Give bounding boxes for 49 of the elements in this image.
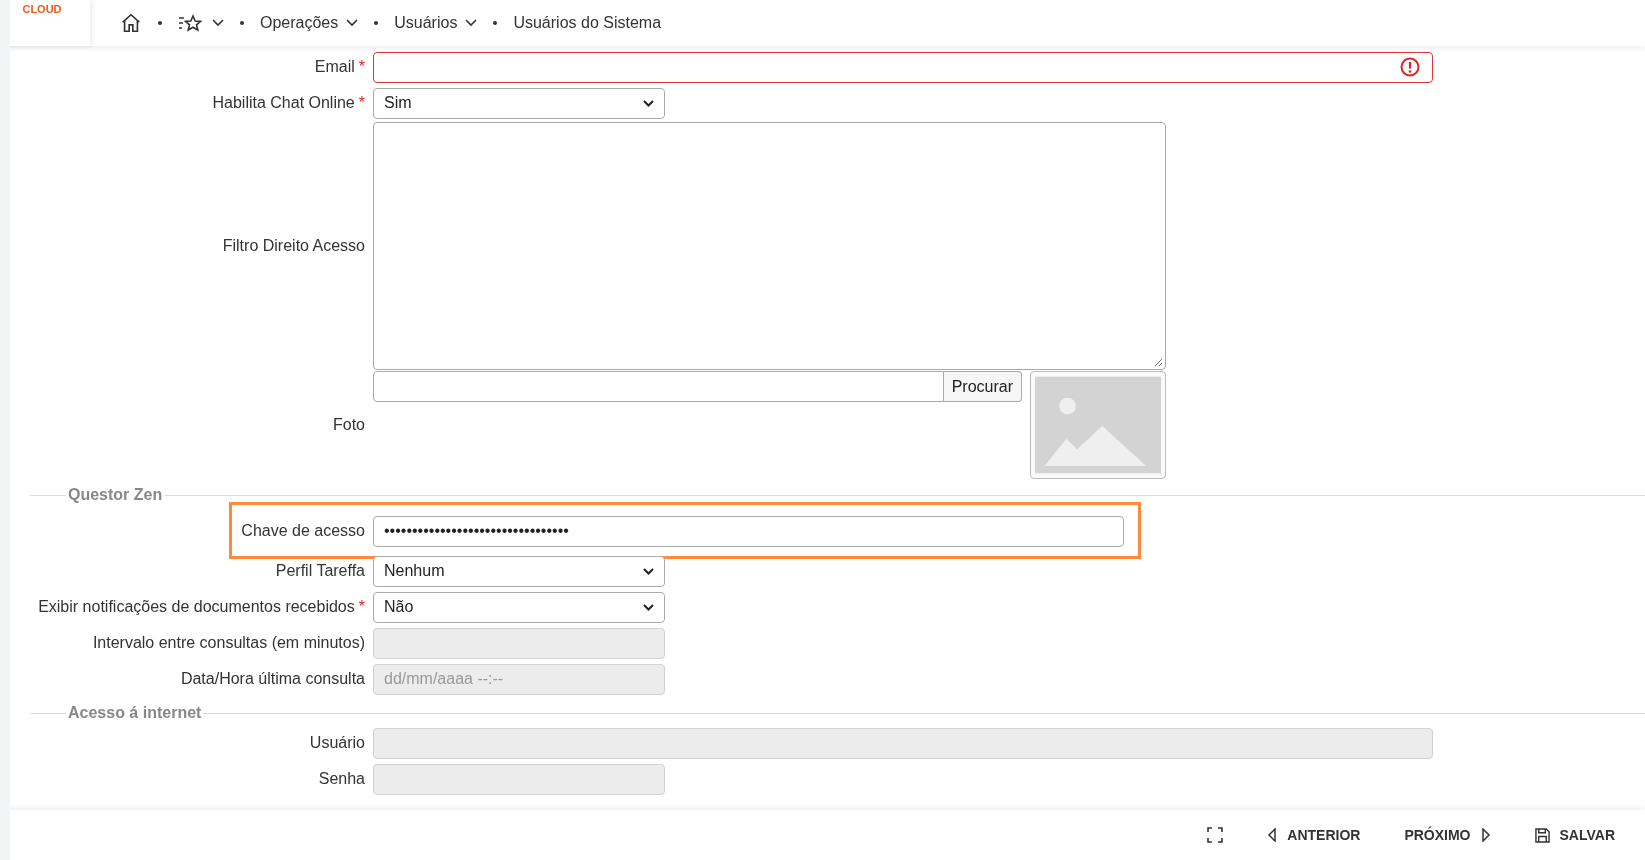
select-field[interactable]: Sim: [373, 87, 665, 119]
breadcrumb-menu[interactable]: Usuários: [394, 14, 478, 32]
select-field[interactable]: Não: [373, 591, 665, 623]
separator-dot: [493, 21, 498, 25]
favorites-menu[interactable]: [178, 14, 224, 32]
separator-dot: [158, 21, 162, 25]
previous-button[interactable]: ANTERIOR: [1263, 823, 1365, 847]
breadcrumb-current: Usuários do Sistema: [513, 14, 662, 32]
text-field[interactable]: [373, 51, 1433, 83]
chevron-icon: [465, 19, 478, 27]
error-icon: [1400, 57, 1420, 77]
file-field[interactable]: [373, 371, 944, 402]
chevron-icon: [346, 19, 359, 27]
separator-dot: [374, 21, 379, 25]
save-button[interactable]: SALVAR: [1530, 823, 1619, 847]
save-icon: [1534, 827, 1550, 843]
logo-text: CLOUD: [22, 3, 62, 15]
field-label: Usuário: [309, 734, 365, 752]
triangle-left-icon: [1267, 828, 1278, 842]
required-mark: *: [358, 94, 365, 112]
section-legend: Questor Zen: [66, 486, 165, 504]
chevron-icon: [643, 603, 654, 611]
field-label: Senha: [318, 770, 365, 788]
select-field[interactable]: Nenhum: [373, 555, 665, 587]
triangle-right-icon: [1480, 828, 1491, 842]
resize-grip-icon: [1154, 358, 1163, 367]
text-field[interactable]: •••••••••••••••••••••••••••••••••: [373, 515, 1124, 547]
home-icon[interactable]: [120, 12, 142, 34]
breadcrumb-menu[interactable]: Operações: [260, 14, 359, 32]
required-mark: *: [358, 598, 365, 616]
field-label: Perfil Tareffa: [275, 562, 365, 580]
chevron-icon: [643, 567, 654, 575]
chevron-icon: [643, 99, 654, 107]
field-label: Filtro Direito Acesso: [222, 237, 365, 255]
field-label: Chave de acesso: [241, 522, 365, 540]
chevron-icon: [212, 19, 224, 27]
field-label: Data/Hora última consulta: [180, 670, 365, 688]
field-label: Email: [314, 58, 355, 76]
field-label: Intervalo entre consultas (em minutos): [92, 634, 365, 652]
section-legend: Acesso á internet: [66, 704, 204, 722]
next-button[interactable]: PRÓXIMO: [1400, 823, 1495, 847]
required-mark: *: [358, 58, 365, 76]
field-label: Habilita Chat Online: [212, 94, 355, 112]
fullscreen-icon: [1207, 827, 1224, 843]
browse-button[interactable]: Procurar: [943, 371, 1022, 402]
star-list-icon: [178, 14, 204, 32]
field-label: Foto: [333, 416, 365, 434]
separator-dot: [240, 21, 244, 25]
field-label: Exibir notificações de documentos recebidos: [38, 598, 355, 616]
